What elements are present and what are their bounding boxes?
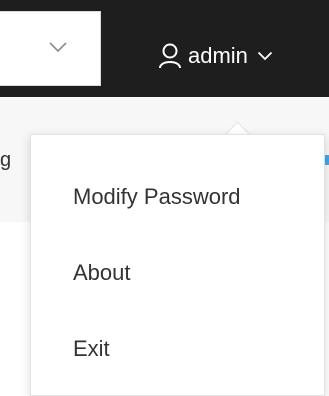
username-label: admin bbox=[188, 43, 248, 68]
user-menu-trigger[interactable]: admin bbox=[158, 36, 273, 76]
user-dropdown-menu: Modify Password About Exit bbox=[30, 134, 325, 396]
chevron-down-icon bbox=[49, 42, 67, 53]
user-icon bbox=[159, 43, 181, 69]
menu-item-exit[interactable]: Exit bbox=[31, 311, 324, 387]
truncated-label: g bbox=[0, 149, 12, 171]
header-select-dropdown[interactable] bbox=[0, 11, 101, 86]
menu-item-about[interactable]: About bbox=[31, 235, 324, 311]
chevron-down-icon bbox=[257, 51, 273, 61]
menu-item-modify-password[interactable]: Modify Password bbox=[31, 159, 324, 235]
top-header-bar: admin bbox=[0, 0, 329, 97]
